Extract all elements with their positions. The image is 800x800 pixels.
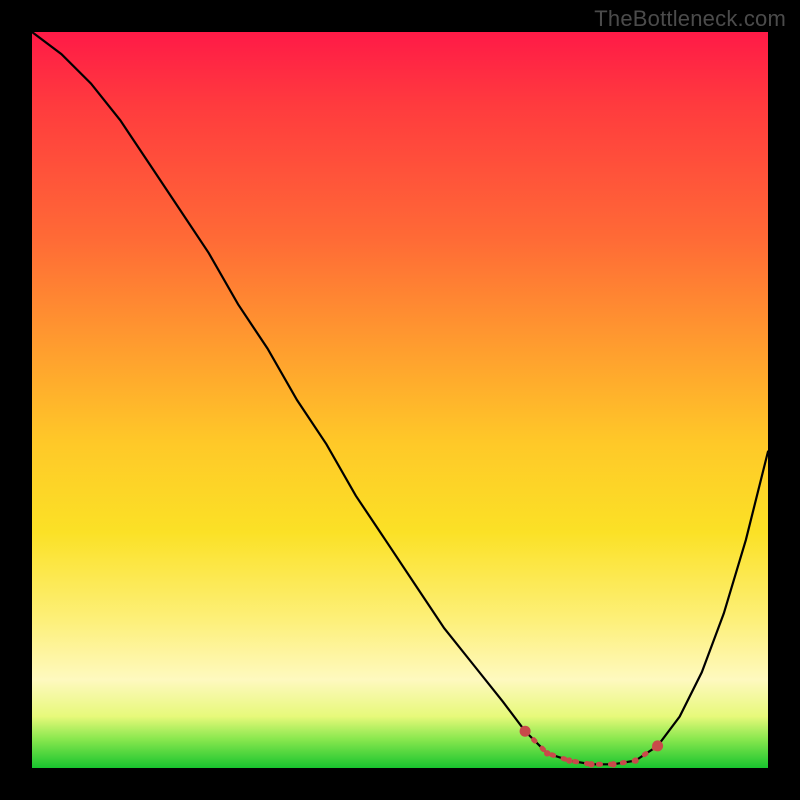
sweet-spot-dot bbox=[610, 761, 616, 767]
chart-frame: TheBottleneck.com bbox=[0, 0, 800, 800]
sweet-spot-dot bbox=[544, 750, 550, 756]
sweet-spot-markers bbox=[520, 726, 664, 768]
watermark-text: TheBottleneck.com bbox=[594, 6, 786, 32]
curve-svg bbox=[32, 32, 768, 768]
sweet-spot-dot bbox=[520, 726, 531, 737]
sweet-spot-dot bbox=[652, 740, 663, 751]
sweet-spot-dot bbox=[588, 761, 594, 767]
bottleneck-curve bbox=[32, 32, 768, 764]
plot-area bbox=[32, 32, 768, 768]
sweet-spot-dot bbox=[566, 757, 572, 763]
sweet-spot-dot bbox=[632, 757, 638, 763]
